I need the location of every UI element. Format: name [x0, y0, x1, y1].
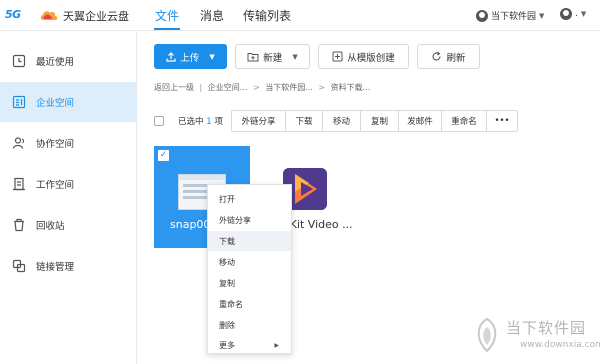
- sidebar: 最近使用 企业空间 协作空间 工作空间 回收站 链接管理: [0, 32, 137, 364]
- chevron-down-icon: ▼: [580, 10, 587, 18]
- select-all-checkbox[interactable]: [154, 116, 164, 126]
- refresh-icon: [432, 51, 442, 61]
- context-copy[interactable]: 复制: [208, 273, 291, 293]
- chevron-right-icon: ▶: [274, 341, 279, 349]
- breadcrumb-separator: |: [199, 83, 203, 92]
- upload-icon: [166, 51, 176, 62]
- trash-icon: [14, 218, 24, 232]
- file-name: sKit Video ...: [284, 218, 353, 231]
- sidebar-item-label: 回收站: [36, 221, 65, 232]
- selection-suffix: 项: [214, 117, 223, 127]
- context-more[interactable]: 更多 ▶: [208, 335, 291, 355]
- watermark-url: www.downxia.com: [520, 340, 600, 350]
- brand-5g-logo: 5G: [5, 8, 21, 21]
- context-menu: 打开 外链分享 下载 移动 复制 重命名 删除 更多 ▶: [207, 184, 292, 354]
- user-name: .: [575, 9, 578, 19]
- refresh-label: 刷新: [446, 52, 466, 64]
- org-icon: [476, 9, 488, 22]
- link-icon: [12, 259, 26, 273]
- chevron-right-icon: >: [252, 83, 260, 92]
- nav-transfer-list[interactable]: 传输列表: [243, 7, 291, 24]
- new-button[interactable]: 新建 ▼: [235, 44, 310, 69]
- sidebar-item-collab[interactable]: 协作空间: [0, 123, 137, 163]
- sidebar-item-label: 工作空间: [36, 180, 75, 191]
- breadcrumb-back-link[interactable]: 返回上一级: [154, 83, 194, 92]
- action-email[interactable]: 发邮件: [399, 111, 442, 131]
- template-icon: [332, 51, 343, 62]
- watermark: 当下软件园 www.downxia.com: [470, 313, 600, 359]
- nav-messages[interactable]: 消息: [200, 7, 224, 24]
- upload-label: 上传: [180, 52, 200, 64]
- template-label: 从模版创建: [347, 52, 395, 64]
- action-copy[interactable]: 复制: [361, 111, 399, 131]
- sidebar-item-label: 最近使用: [36, 57, 75, 68]
- cloud-logo-icon: [40, 11, 58, 20]
- thumbnail-titlebar: [179, 175, 225, 180]
- app-title: 天翼企业云盘: [63, 10, 129, 23]
- sidebar-item-label: 企业空间: [36, 98, 75, 109]
- selection-action-group: 外链分享 下载 移动 复制 发邮件 重命名 •••: [231, 110, 518, 132]
- breadcrumb-item: 资料下载...: [330, 83, 371, 92]
- watermark-title: 当下软件园: [506, 319, 587, 337]
- org-name: 当下软件园: [491, 12, 537, 22]
- chevron-right-icon: >: [318, 83, 326, 92]
- refresh-button[interactable]: 刷新: [417, 44, 480, 69]
- collab-icon: [12, 137, 25, 149]
- clock-icon: [12, 54, 26, 68]
- enterprise-icon: [12, 95, 26, 109]
- upload-button[interactable]: 上传 ▼: [154, 44, 227, 69]
- active-tab-indicator: [154, 28, 180, 30]
- new-folder-icon: [247, 52, 259, 61]
- selection-bar: 已选中 1 项: [154, 110, 223, 132]
- org-switcher[interactable]: 当下软件园 ▼: [476, 9, 544, 22]
- avatar-icon: [560, 8, 572, 20]
- chevron-down-icon: ▼: [539, 11, 545, 20]
- app-window: 5G 天翼企业云盘 文件 消息 传输列表 当下软件园 ▼ . ▼ 最近使用 企业…: [0, 0, 600, 364]
- sidebar-item-label: 协作空间: [36, 139, 75, 150]
- context-rename[interactable]: 重命名: [208, 294, 291, 314]
- action-download[interactable]: 下载: [286, 111, 323, 131]
- context-download[interactable]: 下载: [208, 231, 291, 251]
- more-actions-button[interactable]: •••: [487, 111, 517, 131]
- top-bar: 5G 天翼企业云盘 文件 消息 传输列表 当下软件园 ▼ . ▼: [0, 0, 600, 31]
- workspace-icon: [13, 177, 25, 191]
- context-open[interactable]: 打开: [208, 189, 291, 209]
- sidebar-item-label: 链接管理: [36, 262, 75, 273]
- context-share-link[interactable]: 外链分享: [208, 210, 291, 230]
- action-move[interactable]: 移动: [323, 111, 361, 131]
- sidebar-item-links[interactable]: 链接管理: [0, 246, 137, 286]
- selection-prefix: 已选中: [178, 117, 204, 127]
- sidebar-item-enterprise[interactable]: 企业空间: [0, 82, 137, 122]
- nav-files[interactable]: 文件: [155, 7, 179, 24]
- create-from-template-button[interactable]: 从模版创建: [318, 44, 409, 69]
- sidebar-item-trash[interactable]: 回收站: [0, 205, 137, 245]
- action-share-link[interactable]: 外链分享: [232, 111, 286, 131]
- breadcrumb-item[interactable]: 当下软件园...: [265, 83, 313, 92]
- user-menu[interactable]: . ▼: [560, 8, 586, 20]
- thumbnail-line: [183, 196, 207, 199]
- watermark-logo-icon: [477, 317, 497, 353]
- action-rename[interactable]: 重命名: [442, 111, 487, 131]
- context-move[interactable]: 移动: [208, 252, 291, 272]
- context-more-label: 更多: [219, 340, 235, 350]
- selection-count: 1: [206, 117, 212, 127]
- chevron-down-icon: ▼: [292, 52, 298, 61]
- sidebar-item-recent[interactable]: 最近使用: [0, 41, 137, 81]
- chevron-down-icon: ▼: [209, 52, 215, 61]
- selection-count-text: 已选中 1 项: [178, 115, 223, 127]
- check-icon[interactable]: ✓: [158, 150, 169, 161]
- sidebar-item-workspace[interactable]: 工作空间: [0, 164, 137, 204]
- breadcrumb: 返回上一级 | 企业空间... > 当下软件园... > 资料下载...: [154, 82, 373, 93]
- context-delete[interactable]: 删除: [208, 315, 291, 335]
- new-label: 新建: [263, 52, 283, 64]
- breadcrumb-item[interactable]: 企业空间...: [208, 83, 248, 92]
